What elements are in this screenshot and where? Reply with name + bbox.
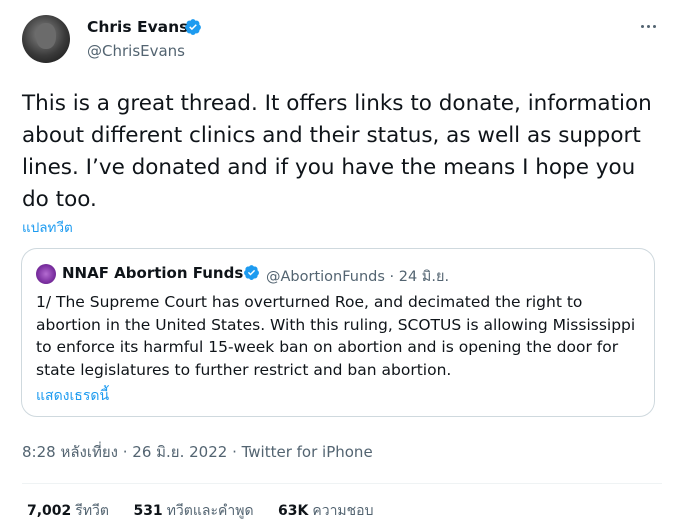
tweet-text: This is a great thread. It offers links … — [22, 91, 652, 212]
author-name[interactable]: Chris Evans — [87, 18, 188, 36]
quotes-label: ทวีตและคำพูด — [166, 503, 254, 519]
avatar[interactable] — [22, 15, 70, 63]
quotes-stat[interactable]: 531 ทวีตและคำพูด — [133, 500, 253, 522]
tweet-timestamp[interactable]: 8:28 หลังเที่ยง · 26 มิ.ย. 2022 · Twitte… — [22, 440, 373, 464]
show-thread-link[interactable]: แสดงเธรดนี้ — [36, 385, 109, 407]
quoted-handle-date[interactable]: @AbortionFunds · 24 มิ.ย. — [266, 265, 449, 288]
quoted-author-name[interactable]: NNAF Abortion Funds — [62, 264, 243, 282]
translate-link[interactable]: แปลทวีต — [22, 216, 73, 238]
verified-badge-icon — [244, 265, 259, 280]
retweets-stat[interactable]: 7,002 รีทวีต — [27, 500, 109, 522]
quotes-count: 531 — [133, 503, 163, 519]
likes-stat[interactable]: 63K ความชอบ — [278, 500, 373, 522]
likes-label: ความชอบ — [312, 503, 374, 519]
likes-count: 63K — [278, 503, 309, 519]
engagement-stats: 7,002 รีทวีต 531 ทวีตและคำพูด 63K ความชอบ — [27, 500, 393, 522]
retweets-count: 7,002 — [27, 503, 72, 519]
verified-badge-icon — [185, 19, 201, 35]
divider — [22, 483, 662, 484]
more-options-icon[interactable] — [636, 14, 660, 38]
quoted-tweet[interactable]: NNAF Abortion Funds @AbortionFunds · 24 … — [21, 248, 655, 417]
quoted-avatar[interactable] — [36, 264, 56, 284]
author-handle[interactable]: @ChrisEvans — [87, 42, 185, 60]
quoted-text: 1/ The Supreme Court has overturned Roe,… — [36, 293, 636, 379]
retweets-label: รีทวีต — [75, 503, 109, 519]
